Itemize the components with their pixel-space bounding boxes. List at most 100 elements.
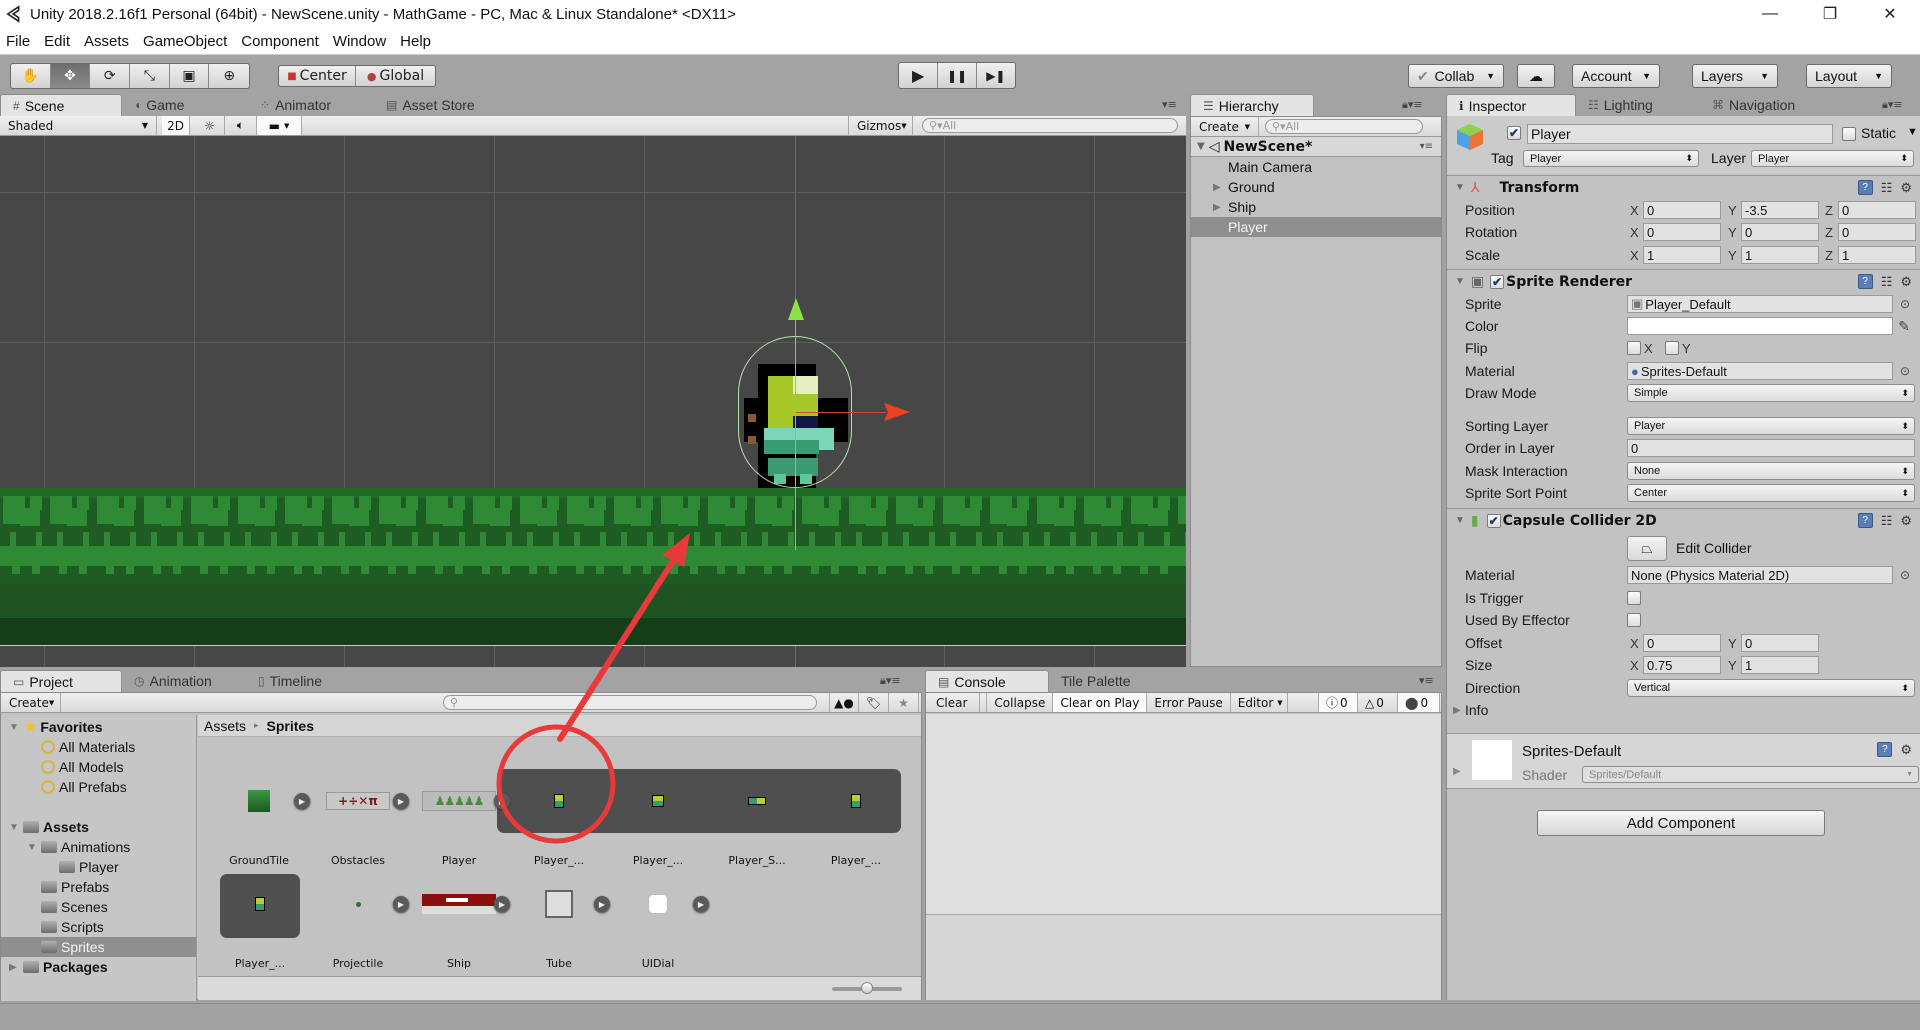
capsule-collider-enabled-checkbox[interactable]: ✔ [1486,513,1501,528]
color-swatch[interactable] [1627,317,1893,335]
tab-animation[interactable]: ◷ Animation [122,670,246,692]
tab-scene[interactable]: # Scene [0,94,122,116]
asset-sub-player3[interactable]: Player_... [811,786,901,867]
filter-type-icon[interactable]: ▲● [829,693,859,712]
expand-arrow-icon[interactable]: ▶ [9,962,23,973]
layout-dropdown[interactable]: Layout ▼ [1806,64,1892,88]
hierarchy-create-button[interactable]: Create ▼ [1191,117,1259,136]
clear-button[interactable]: Clear [926,693,981,712]
size-x-input[interactable]: 0.75 [1643,656,1721,674]
size-y-input[interactable]: 1 [1741,656,1819,674]
panel-menu-icon[interactable]: ▾≡ [1162,98,1177,111]
eyedropper-icon[interactable]: ✎ [1898,318,1910,335]
2d-toggle[interactable]: 2D [162,116,190,135]
minimize-button[interactable]: — [1740,0,1800,28]
space-global-button[interactable]: ● Global [356,66,435,86]
static-dropdown-icon[interactable]: ▼ [1907,126,1918,138]
sprite-object-field[interactable]: ▣ Player_Default [1627,295,1893,313]
asset-sub-slide[interactable]: Player_S... [712,786,802,867]
cloud-button[interactable]: ☁ [1517,64,1555,88]
transform-tool-icon[interactable]: ⊕ [209,64,249,88]
expand-sprites-button[interactable]: ▶ [594,896,610,912]
shader-dropdown[interactable]: Sprites/Default ▼ [1582,766,1919,783]
gizmo-y-arrow-icon[interactable] [786,298,806,320]
object-picker-icon[interactable]: ⊙ [1900,568,1910,582]
lock-icon[interactable]: 🔒︎▾≡ [1402,98,1423,112]
help-icon[interactable]: ? [1857,512,1873,528]
scene-search-input[interactable]: ⚲▾ All [922,118,1178,133]
tab-tile-palette[interactable]: Tile Palette [1049,670,1169,692]
scale-y-input[interactable]: 1 [1741,246,1819,264]
help-icon[interactable]: ? [1857,273,1873,289]
lighting-toggle-icon[interactable]: ☼ [195,116,225,135]
tab-navigation[interactable]: ⌘ Navigation [1700,94,1840,116]
edit-collider-button[interactable]: ⏢ [1627,536,1667,561]
tree-item-animations[interactable]: ▼ Animations [1,837,196,857]
tree-item-all-models[interactable]: All Models [1,757,196,777]
favorite-star-icon[interactable]: ★ [889,693,919,712]
preset-icon[interactable]: ☷ [1881,513,1893,529]
audio-toggle-icon[interactable]: 🔈︎ [225,116,257,135]
gizmos-dropdown[interactable]: Gizmos ▼ [848,116,913,135]
expand-arrow-icon[interactable]: ▼ [27,842,41,853]
collapse-arrow-icon[interactable]: ▼ [1455,515,1465,526]
gizmo-x-arrow-icon[interactable] [884,403,910,421]
direction-dropdown[interactable]: Vertical ⬍ [1627,679,1915,697]
tab-lighting[interactable]: ☷ Lighting [1576,94,1700,116]
account-dropdown[interactable]: Account ▼ [1572,64,1660,88]
rotation-x-input[interactable]: 0 [1643,223,1721,241]
asset-sub-player2[interactable]: Player_... [613,786,703,867]
sprite-sort-point-dropdown[interactable]: Center ⬍ [1627,484,1915,502]
step-button[interactable]: ▶❚ [977,63,1015,88]
rect-tool-icon[interactable]: ▣ [170,64,210,88]
expand-sprites-button[interactable]: ▶ [494,896,510,912]
scale-z-input[interactable]: 1 [1838,246,1916,264]
zoom-slider-thumb[interactable] [861,982,873,994]
gear-icon[interactable]: ⚙ [1900,274,1912,290]
collapse-arrow-icon[interactable]: ▼ [1455,276,1465,287]
tree-item-all-prefabs[interactable]: All Prefabs [1,777,196,797]
static-checkbox[interactable] [1842,127,1856,141]
asset-obstacles[interactable]: +÷✕π Obstacles [313,786,403,867]
object-picker-icon[interactable]: ⊙ [1900,297,1910,311]
expand-sprites-button[interactable]: ▶ [393,793,409,809]
expand-arrow-icon[interactable]: ▶ [1213,202,1228,213]
offset-y-input[interactable]: 0 [1741,634,1819,652]
collapse-arrow-icon[interactable]: ▼ [1455,182,1465,193]
collapse-button[interactable]: Collapse [986,693,1054,712]
tree-item-favorites[interactable]: ▼ ★ Favorites [1,717,196,737]
sprite-renderer-enabled-checkbox[interactable]: ✔ [1490,274,1505,289]
menu-file[interactable]: File [6,33,30,50]
warning-count-toggle[interactable]: △ 0 [1358,693,1398,712]
gear-icon[interactable]: ⚙ [1900,180,1912,196]
tree-item-player[interactable]: Player [1,857,196,877]
tree-item-assets[interactable]: ▼ Assets [1,817,196,837]
scene-menu-icon[interactable]: ▾≡ [1420,141,1433,152]
rotation-z-input[interactable]: 0 [1838,223,1916,241]
expand-arrow-icon[interactable]: ▼ [9,722,23,733]
tree-item-all-materials[interactable]: All Materials [1,737,196,757]
tree-item-scripts[interactable]: Scripts [1,917,196,937]
shading-mode-dropdown[interactable]: Shaded ▼ [0,116,157,135]
object-name-input[interactable]: Player [1527,124,1833,144]
asset-groundtile[interactable]: GroundTile [214,786,304,867]
asset-uidial[interactable]: UIDial [613,889,703,970]
tree-item-prefabs[interactable]: Prefabs [1,877,196,897]
asset-playersheet[interactable]: ♟♟♟♟♟ Player [414,786,504,867]
pause-button[interactable]: ❚❚ [938,63,977,88]
project-create-button[interactable]: Create ▼ [1,693,61,712]
expand-arrow-icon[interactable]: ▶ [1453,705,1461,716]
rotation-y-input[interactable]: 0 [1741,223,1819,241]
asset-tube[interactable]: Tube [514,889,604,970]
tab-project[interactable]: ▭ Project [0,670,122,692]
flip-x-checkbox[interactable] [1627,341,1641,355]
hierarchy-item-ship[interactable]: ▶ Ship [1191,197,1441,217]
is-trigger-checkbox[interactable] [1627,591,1641,605]
draw-mode-dropdown[interactable]: Simple ⬍ [1627,384,1915,402]
tab-hierarchy[interactable]: ☰ Hierarchy [1190,94,1314,116]
menu-window[interactable]: Window [333,33,386,50]
collab-button[interactable]: ✔ Collab ▼ [1408,64,1504,88]
position-y-input[interactable]: -3.5 [1741,201,1819,219]
close-button[interactable]: ✕ [1860,0,1920,28]
hierarchy-item-player[interactable]: Player [1191,217,1441,237]
